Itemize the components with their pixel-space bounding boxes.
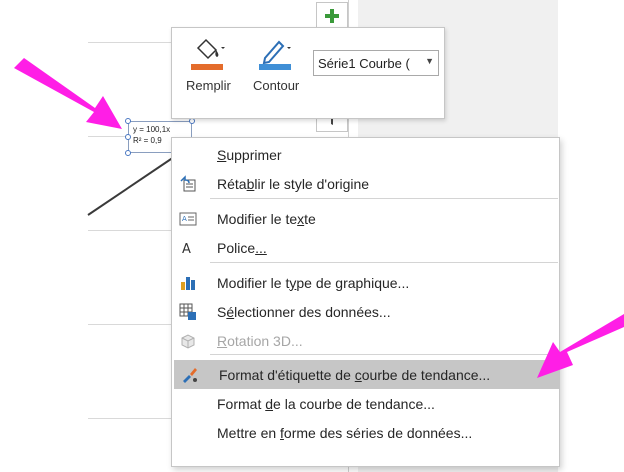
chevron-down-icon: ▼	[425, 56, 434, 66]
trendline-equation: y = 100,1x	[133, 125, 171, 134]
series-select-value: Série1 Courbe (	[318, 55, 410, 71]
menu-item[interactable]: Format d'étiquette de courbe de tendance…	[174, 360, 559, 389]
menu-item[interactable]: Supprimer	[172, 140, 559, 169]
svg-text:A: A	[182, 242, 191, 257]
format-icon	[180, 365, 200, 385]
edit-text-icon: A	[178, 209, 198, 229]
label-text: Modifier le t	[217, 274, 290, 291]
mini-toolbar: Remplir Contour Série1 Courbe ( ▼	[171, 27, 445, 119]
pencil-icon	[259, 40, 292, 70]
selection-handle[interactable]	[125, 118, 131, 124]
menu-item[interactable]: Mettre en forme des séries de données...	[172, 418, 559, 447]
menu-item[interactable]: A Police...	[172, 233, 559, 262]
menu-item[interactable]: Rotation 3D...	[172, 326, 559, 355]
menu-item-label: Mettre en forme des séries de données...	[217, 425, 472, 441]
selection-handle[interactable]	[125, 134, 131, 140]
access-key: c	[354, 366, 362, 383]
fill-button[interactable]: Remplir	[186, 36, 231, 93]
label-text: Police	[217, 239, 256, 256]
fill-label: Remplir	[186, 78, 231, 93]
label-text: upprimer	[226, 146, 282, 163]
menu-item-label: Police...	[217, 240, 267, 256]
series-select[interactable]: Série1 Courbe ( ▼	[313, 50, 439, 76]
menu-item-label: Modifier le type de graphique...	[217, 275, 409, 291]
outline-button[interactable]: Contour	[253, 36, 299, 93]
menu-item[interactable]: Format de la courbe de tendance...	[172, 389, 559, 418]
menu-item-label: Sélectionner des données...	[217, 304, 391, 320]
label-text: S	[217, 303, 227, 320]
menu-item-label: Supprimer	[217, 147, 282, 163]
selection-handle[interactable]	[125, 150, 131, 156]
label-text: otation 3D...	[227, 332, 303, 349]
label-text: ourbe de tendance...	[361, 366, 491, 383]
label-text: lir le style d'origine	[254, 175, 370, 192]
chart-elements-button[interactable]	[316, 2, 348, 30]
select-data-icon	[178, 302, 198, 322]
menu-item-label: Rétablir le style d'origine	[217, 176, 369, 192]
access-key: é	[226, 303, 235, 320]
label-text: Format d'étiquette de	[219, 366, 355, 383]
label-text: e la courbe de tendance...	[273, 395, 435, 412]
menu-item[interactable]: Rétablir le style d'origine	[172, 169, 559, 198]
menu-item-label: Format d'étiquette de courbe de tendance…	[219, 367, 490, 383]
menu-item[interactable]: Modifier le type de graphique...	[172, 268, 559, 297]
rotation-3d-icon	[178, 331, 198, 351]
label-text: Réta	[217, 175, 247, 192]
access-key: R	[217, 332, 228, 349]
menu-item[interactable]: A Modifier le texte	[172, 204, 559, 233]
reset-style-icon	[178, 174, 198, 194]
label-text: Mettre en	[217, 424, 281, 441]
label-text: Modifier le te	[217, 210, 298, 227]
label-text: lectionner des données...	[234, 303, 391, 320]
context-menu: Supprimer Rétablir le style d'origine A Mod…	[171, 137, 560, 467]
label-text: Format	[217, 395, 266, 412]
access-key: ...	[255, 239, 267, 256]
change-chart-type-icon	[178, 273, 198, 293]
menu-item-label: Rotation 3D...	[217, 333, 303, 349]
menu-item-label: Modifier le texte	[217, 211, 316, 227]
label-text: pe de graphique...	[296, 274, 410, 291]
access-key: S	[217, 146, 227, 163]
label-text: te	[304, 210, 316, 227]
menu-item[interactable]: Sélectionner des données...	[172, 297, 559, 326]
label-text: orme des séries de données...	[283, 424, 473, 441]
menu-separator	[210, 262, 558, 263]
menu-item-label: Format de la courbe de tendance...	[217, 396, 435, 412]
plus-icon	[325, 9, 339, 23]
menu-separator	[210, 198, 558, 199]
outline-label: Contour	[253, 78, 300, 93]
access-key: d	[265, 395, 274, 412]
font-icon: A	[178, 238, 198, 258]
svg-text:A: A	[182, 215, 187, 223]
paint-bucket-icon	[191, 38, 226, 70]
